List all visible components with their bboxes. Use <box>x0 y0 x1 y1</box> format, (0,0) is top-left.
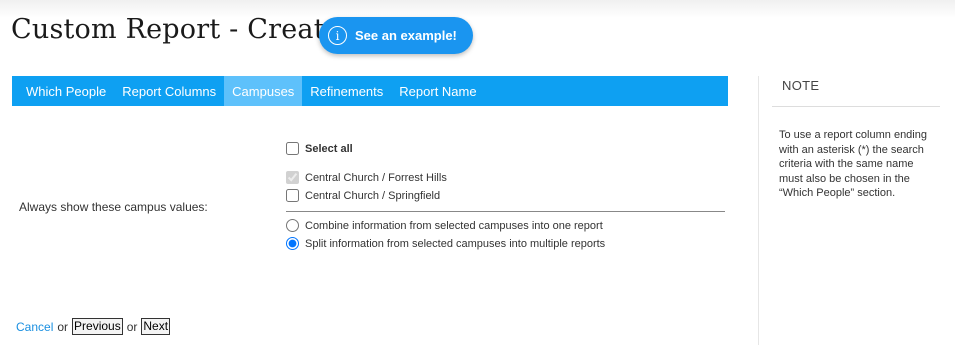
or-separator: or <box>57 319 69 334</box>
campus-values-label: Always show these campus values: <box>19 200 208 214</box>
page-title: Custom Report - Create <box>11 14 341 45</box>
see-example-label: See an example! <box>355 28 457 43</box>
options-divider <box>286 211 725 212</box>
split-report-radio[interactable] <box>286 237 299 250</box>
tab-refinements[interactable]: Refinements <box>302 76 391 106</box>
tab-which-people[interactable]: Which People <box>12 76 114 106</box>
select-all-checkbox[interactable] <box>286 142 299 155</box>
split-report-option[interactable]: Split information from selected campuses… <box>286 237 605 250</box>
see-example-button[interactable]: i See an example! <box>319 17 473 54</box>
split-report-label: Split information from selected campuses… <box>305 237 606 250</box>
info-icon: i <box>328 26 347 45</box>
campus-option-springfield[interactable]: Central Church / Springfield <box>286 189 440 202</box>
note-panel: NOTE To use a report column ending with … <box>758 76 955 345</box>
campus-label-springfield: Central Church / Springfield <box>305 189 441 202</box>
wizard-tab-bar: Which People Report Columns Campuses Ref… <box>12 76 728 106</box>
campus-option-forrest-hills[interactable]: Central Church / Forrest Hills <box>286 171 447 184</box>
select-all-option[interactable]: Select all <box>286 142 353 155</box>
campus-checkbox-forrest-hills[interactable] <box>286 171 299 184</box>
wizard-navigation: Cancel or Previous or Next <box>16 318 171 335</box>
campus-checkbox-springfield[interactable] <box>286 189 299 202</box>
or-separator: or <box>126 319 138 334</box>
combine-report-radio[interactable] <box>286 219 299 232</box>
previous-button[interactable]: Previous <box>72 318 123 335</box>
select-all-label: Select all <box>305 142 353 155</box>
next-button[interactable]: Next <box>141 318 171 335</box>
note-divider <box>772 106 940 107</box>
tab-report-name[interactable]: Report Name <box>391 76 484 106</box>
tab-report-columns[interactable]: Report Columns <box>114 76 224 106</box>
note-title: NOTE <box>782 78 820 93</box>
note-text: To use a report column ending with an as… <box>779 129 927 199</box>
combine-report-label: Combine information from selected campus… <box>305 219 603 232</box>
cancel-link[interactable]: Cancel <box>16 320 53 334</box>
combine-report-option[interactable]: Combine information from selected campus… <box>286 219 603 232</box>
tab-campuses[interactable]: Campuses <box>224 76 303 106</box>
campus-label-forrest-hills: Central Church / Forrest Hills <box>305 171 447 184</box>
